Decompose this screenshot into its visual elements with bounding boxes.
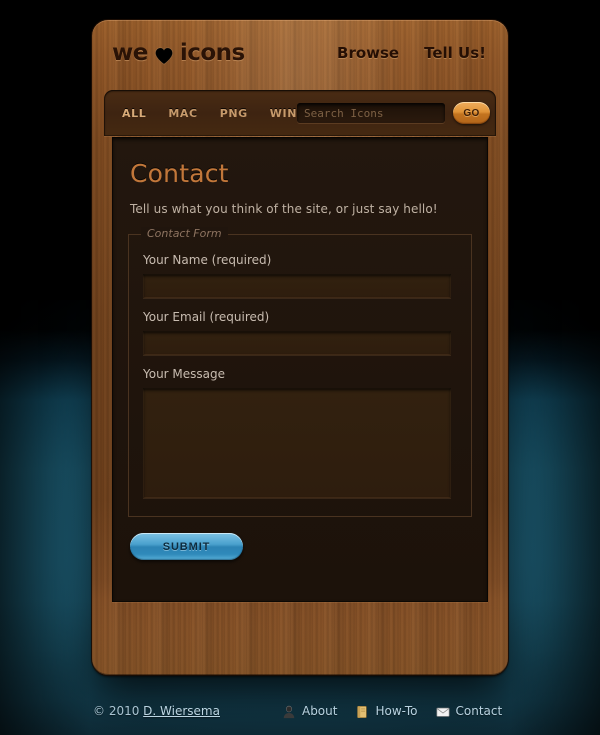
footer-nav: About How-To Contact (282, 704, 503, 719)
envelope-icon (436, 705, 450, 719)
your-email-input[interactable] (143, 331, 451, 355)
footer-link-howto[interactable]: How-To (355, 704, 418, 719)
copyright-text: © 2010 (93, 704, 144, 718)
content-panel: Contact Tell us what you think of the si… (112, 137, 488, 602)
book-icon (355, 705, 369, 719)
header-nav: Browse Tell Us! (337, 44, 486, 62)
search-go-button[interactable]: GO (453, 102, 491, 124)
field-your-name: Your Name (required) (143, 253, 457, 298)
contact-form-fieldset: Contact Form Your Name (required) Your E… (128, 227, 472, 517)
your-name-input[interactable] (143, 274, 451, 298)
filter-tab-png[interactable]: PNG (220, 107, 248, 120)
footer-contact-label: Contact (455, 704, 503, 718)
field-your-email: Your Email (required) (143, 310, 457, 355)
nav-browse[interactable]: Browse (337, 44, 399, 62)
wooden-frame-panel: we icons Browse Tell Us! ALL MAC PNG WIN (92, 20, 508, 675)
page-title: Contact (130, 159, 229, 188)
nav-tell-us[interactable]: Tell Us! (424, 44, 486, 62)
logo-text-icons: icons (179, 40, 245, 66)
author-link[interactable]: D. Wiersema (143, 704, 220, 718)
footer-about-label: About (301, 704, 338, 718)
search-area: GO (297, 102, 491, 124)
site-header: we icons Browse Tell Us! (92, 20, 508, 86)
submit-button[interactable]: SUBMIT (130, 533, 243, 560)
logo-text-we: we (112, 40, 148, 66)
site-footer: © 2010 D. Wiersema About How-To Contact (0, 698, 600, 724)
search-input[interactable] (297, 103, 446, 123)
person-icon (282, 705, 296, 719)
your-name-label: Your Name (required) (143, 253, 272, 267)
page-root: we icons Browse Tell Us! ALL MAC PNG WIN (0, 0, 600, 735)
footer-link-contact[interactable]: Contact (436, 704, 503, 719)
filter-tab-win[interactable]: WIN (270, 107, 297, 120)
field-your-message: Your Message (143, 367, 457, 498)
site-logo[interactable]: we icons (112, 40, 245, 66)
footer-link-about[interactable]: About (282, 704, 338, 719)
footer-howto-label: How-To (375, 704, 418, 718)
your-message-label: Your Message (143, 367, 226, 381)
filter-tab-mac[interactable]: MAC (168, 107, 197, 120)
submit-row: SUBMIT (130, 533, 488, 560)
filter-tab-all[interactable]: ALL (122, 107, 146, 120)
page-intro-text: Tell us what you think of the site, or j… (130, 202, 438, 216)
heart-icon (154, 45, 174, 65)
footer-copyright: © 2010 D. Wiersema (93, 704, 220, 718)
filter-toolbar: ALL MAC PNG WIN GO (104, 90, 496, 136)
fieldset-legend: Contact Form (141, 227, 228, 240)
filter-tab-group: ALL MAC PNG WIN (122, 107, 297, 120)
your-email-label: Your Email (required) (143, 310, 270, 324)
your-message-textarea[interactable] (143, 388, 451, 498)
